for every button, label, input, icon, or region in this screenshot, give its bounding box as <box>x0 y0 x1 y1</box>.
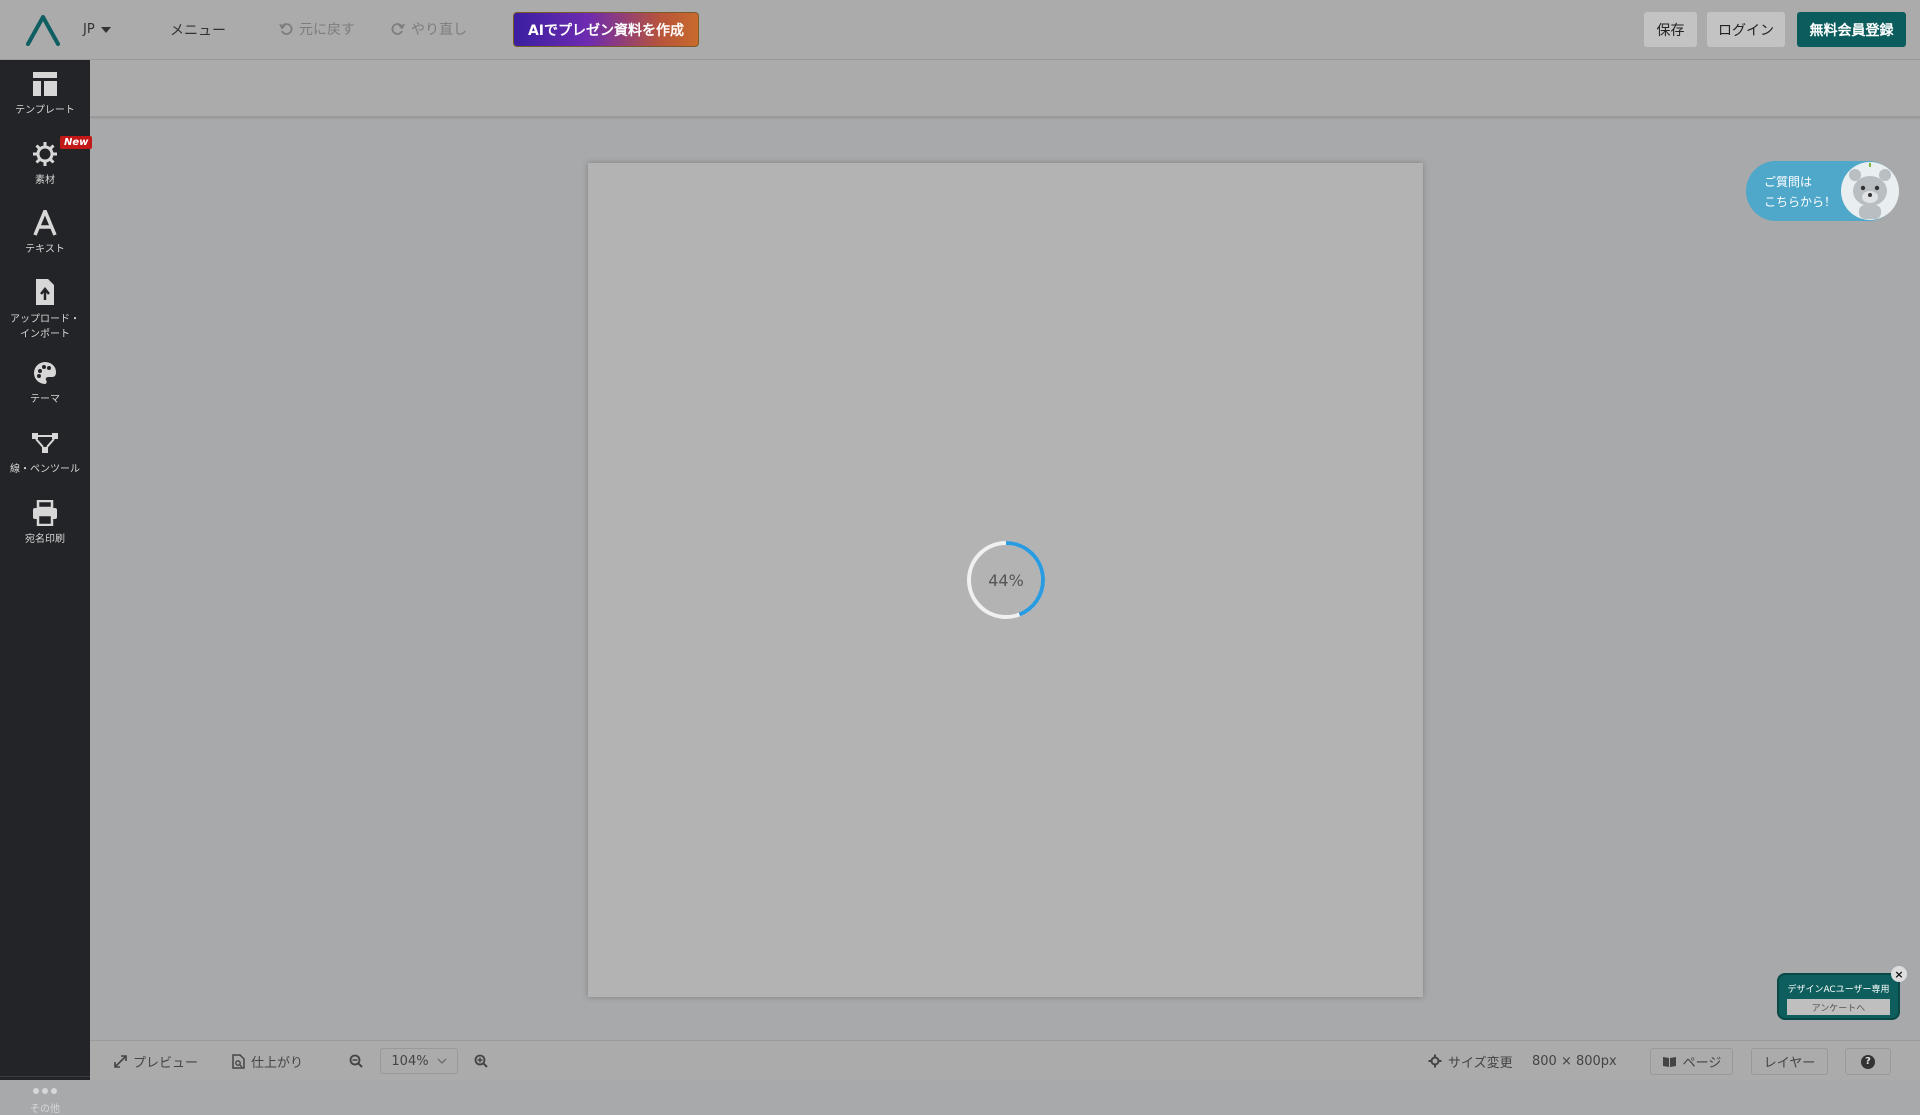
signup-button[interactable]: 無料会員登録 <box>1797 12 1906 47</box>
top-bar: JP メニュー 元に戻す やり直し AIでプレゼン資料を作成 保存 ログイン 無… <box>0 0 1920 60</box>
help-line-2: こちらから！ <box>1764 195 1837 209</box>
chevron-down-icon <box>437 1058 447 1064</box>
printer-icon <box>33 500 57 526</box>
gear-icon <box>1428 1054 1442 1068</box>
resize-button[interactable]: サイズ変更 <box>1428 1041 1513 1081</box>
sidebar-item-text[interactable]: テキスト <box>0 210 90 255</box>
finish-label: 仕上がり <box>251 1055 304 1071</box>
zoom-value: 104% <box>391 1053 429 1069</box>
more-icon <box>33 1088 57 1094</box>
page-button[interactable]: ページ <box>1650 1048 1733 1075</box>
bottom-bar: プレビュー 仕上がり 104% サイズ変更 800 × 800px ページ レイ… <box>90 1040 1920 1081</box>
login-button[interactable]: ログイン <box>1707 12 1785 47</box>
book-icon <box>1662 1056 1676 1067</box>
undo-icon <box>279 23 293 35</box>
sidebar-item-label: 線・ペンツール <box>10 464 80 475</box>
zoom-out-button[interactable] <box>349 1041 363 1081</box>
preview-button[interactable]: プレビュー <box>114 1041 198 1081</box>
zoom-in-button[interactable] <box>474 1041 488 1081</box>
menu-button[interactable]: メニュー <box>170 20 226 40</box>
sidebar-divider <box>0 1076 90 1077</box>
logo-icon[interactable] <box>26 14 60 46</box>
document-search-icon <box>232 1053 245 1069</box>
sidebar-item-label: その他 <box>30 1104 60 1115</box>
redo-label: やり直し <box>411 22 467 38</box>
survey-close-button[interactable]: × <box>1891 966 1907 982</box>
undo-button[interactable]: 元に戻す <box>279 19 355 39</box>
palette-icon <box>34 362 56 384</box>
page-label: ページ <box>1682 1056 1722 1071</box>
language-selector[interactable]: JP <box>83 22 111 37</box>
sidebar-item-label: 素材 <box>35 175 55 186</box>
zoom-select[interactable]: 104% <box>380 1048 458 1074</box>
template-icon <box>33 72 57 96</box>
context-toolbar <box>90 60 1920 117</box>
sidebar-item-label: テンプレート <box>15 105 75 116</box>
canvas-size-text: 800 × 800px <box>1532 1053 1617 1069</box>
ai-presentation-button[interactable]: AIでプレゼン資料を作成 <box>513 12 699 47</box>
loading-percent: 44% <box>988 570 1024 590</box>
sidebar-item-label: テキスト <box>25 244 65 255</box>
survey-title: デザインACユーザー専用 <box>1787 985 1890 995</box>
survey-button[interactable]: アンケートへ <box>1787 999 1890 1015</box>
zoom-in-icon <box>474 1054 488 1068</box>
sidebar-item-theme[interactable]: テーマ <box>0 360 90 405</box>
redo-button[interactable]: やり直し <box>391 19 467 39</box>
sidebar-item-template[interactable]: テンプレート <box>0 71 90 116</box>
pen-tool-icon <box>32 433 58 453</box>
question-icon: ? <box>1861 1054 1875 1069</box>
sidebar-item-pen-tool[interactable]: 線・ペンツール <box>0 430 90 475</box>
save-button[interactable]: 保存 <box>1644 12 1697 47</box>
redo-icon <box>391 23 405 35</box>
sidebar-item-label-2: インポート <box>20 329 70 340</box>
sidebar-item-upload[interactable]: アップロード・ インポート <box>0 278 90 340</box>
finish-button[interactable]: 仕上がり <box>232 1041 303 1081</box>
sidebar-item-label: アップロード・ <box>10 314 80 325</box>
language-label: JP <box>83 22 95 37</box>
survey-box: デザインACユーザー専用 アンケートへ <box>1777 973 1900 1020</box>
resize-label: サイズ変更 <box>1448 1055 1513 1071</box>
sidebar-item-label: 宛名印刷 <box>25 534 65 545</box>
sidebar-item-address-print[interactable]: 宛名印刷 <box>0 500 90 545</box>
expand-icon <box>114 1054 127 1068</box>
layer-label: レイヤー <box>1763 1056 1816 1071</box>
undo-label: 元に戻す <box>299 22 355 38</box>
gear-icon <box>33 142 57 166</box>
sidebar-item-label: テーマ <box>30 394 60 405</box>
layer-button[interactable]: レイヤー <box>1751 1048 1828 1075</box>
caret-down-icon <box>100 26 111 33</box>
bear-mascot-icon[interactable] <box>1839 161 1901 221</box>
help-button[interactable]: ? <box>1845 1048 1891 1075</box>
sidebar: テンプレート 素材 New テキスト アップロード・ インポート テーマ 線・ペ… <box>0 60 93 1115</box>
upload-icon <box>36 279 54 305</box>
preview-label: プレビュー <box>133 1055 199 1071</box>
new-badge: New <box>60 136 93 149</box>
sidebar-item-more[interactable]: その他 <box>0 1086 90 1115</box>
text-icon <box>33 210 57 236</box>
help-line-1: ご質問は <box>1764 175 1813 189</box>
zoom-out-icon <box>349 1054 363 1068</box>
